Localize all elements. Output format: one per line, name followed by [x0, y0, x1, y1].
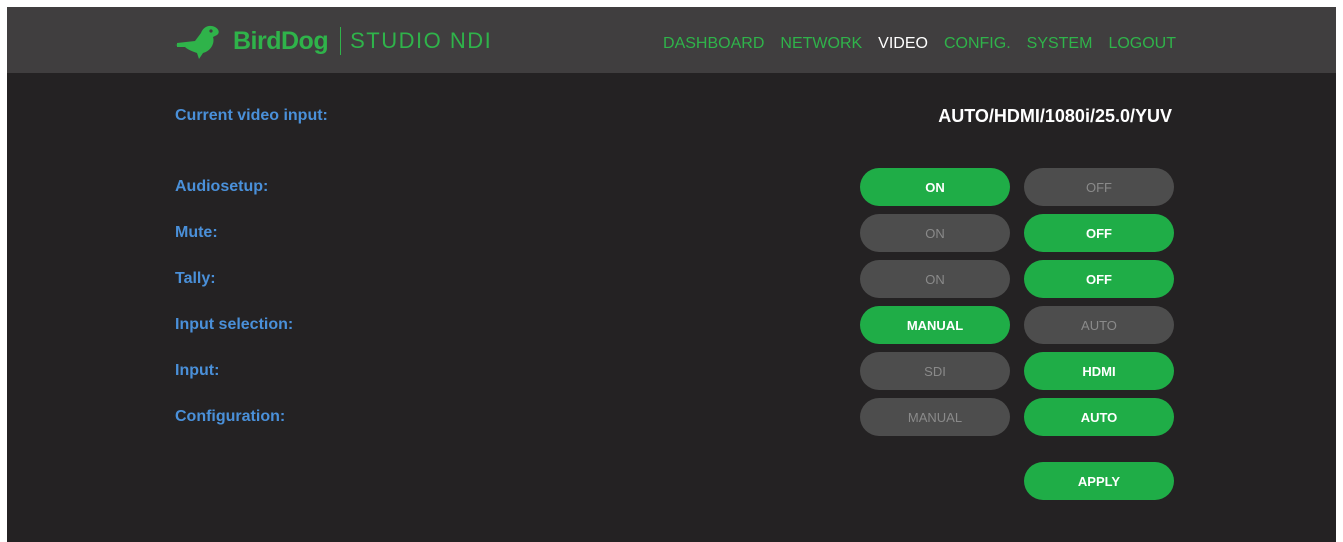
current-video-input-value: AUTO/HDMI/1080i/25.0/YUV [938, 106, 1172, 126]
input-selection-auto-button[interactable]: AUTO [1024, 306, 1174, 344]
input-label: Input: [175, 362, 220, 379]
audiosetup-on-button[interactable]: ON [860, 168, 1010, 206]
nav-dashboard[interactable]: DASHBOARD [663, 35, 764, 53]
product-name: STUDIO NDI [350, 28, 493, 53]
tally-label: Tally: [175, 270, 216, 287]
mute-on-button[interactable]: ON [860, 214, 1010, 252]
nav-logout[interactable]: LOGOUT [1108, 35, 1176, 53]
apply-button[interactable]: APPLY [1024, 462, 1174, 500]
brand-logo: BirdDog STUDIO NDI [175, 21, 492, 61]
audiosetup-off-button[interactable]: OFF [1024, 168, 1174, 206]
input-selection-label: Input selection: [175, 316, 294, 333]
input-hdmi-button[interactable]: HDMI [1024, 352, 1174, 390]
configuration-manual-button[interactable]: MANUAL [860, 398, 1010, 436]
header-bar: BirdDog STUDIO NDI DASHBOARD NETWORK VID… [7, 7, 1336, 73]
app-window: BirdDog STUDIO NDI DASHBOARD NETWORK VID… [7, 7, 1336, 542]
audiosetup-label: Audiosetup: [175, 178, 269, 195]
bird-logo-icon [175, 25, 219, 59]
nav-config[interactable]: CONFIG. [944, 35, 1011, 53]
nav-system[interactable]: SYSTEM [1027, 35, 1093, 53]
mute-label: Mute: [175, 224, 218, 241]
current-video-input-label: Current video input: [175, 107, 328, 124]
configuration-label: Configuration: [175, 408, 286, 425]
tally-on-button[interactable]: ON [860, 260, 1010, 298]
input-sdi-button[interactable]: SDI [860, 352, 1010, 390]
nav-network[interactable]: NETWORK [780, 35, 862, 53]
nav-video[interactable]: VIDEO [878, 35, 928, 53]
configuration-auto-button[interactable]: AUTO [1024, 398, 1174, 436]
main-nav: DASHBOARD NETWORK VIDEO CONFIG. SYSTEM L… [663, 35, 1176, 53]
tally-off-button[interactable]: OFF [1024, 260, 1174, 298]
mute-off-button[interactable]: OFF [1024, 214, 1174, 252]
logo-divider [340, 27, 342, 55]
brand-name: BirdDog [233, 26, 329, 55]
input-selection-manual-button[interactable]: MANUAL [860, 306, 1010, 344]
